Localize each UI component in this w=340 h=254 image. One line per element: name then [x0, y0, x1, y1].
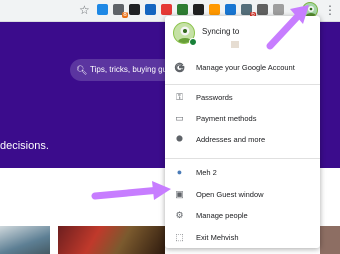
- arrow-to-profile-icon: [266, 5, 309, 50]
- callout-arrows: [91, 5, 309, 200]
- arrow-to-guest-window: [91, 181, 171, 200]
- browser-window: 🔍︎ Tips, tricks, buying guid decisions. …: [0, 0, 340, 254]
